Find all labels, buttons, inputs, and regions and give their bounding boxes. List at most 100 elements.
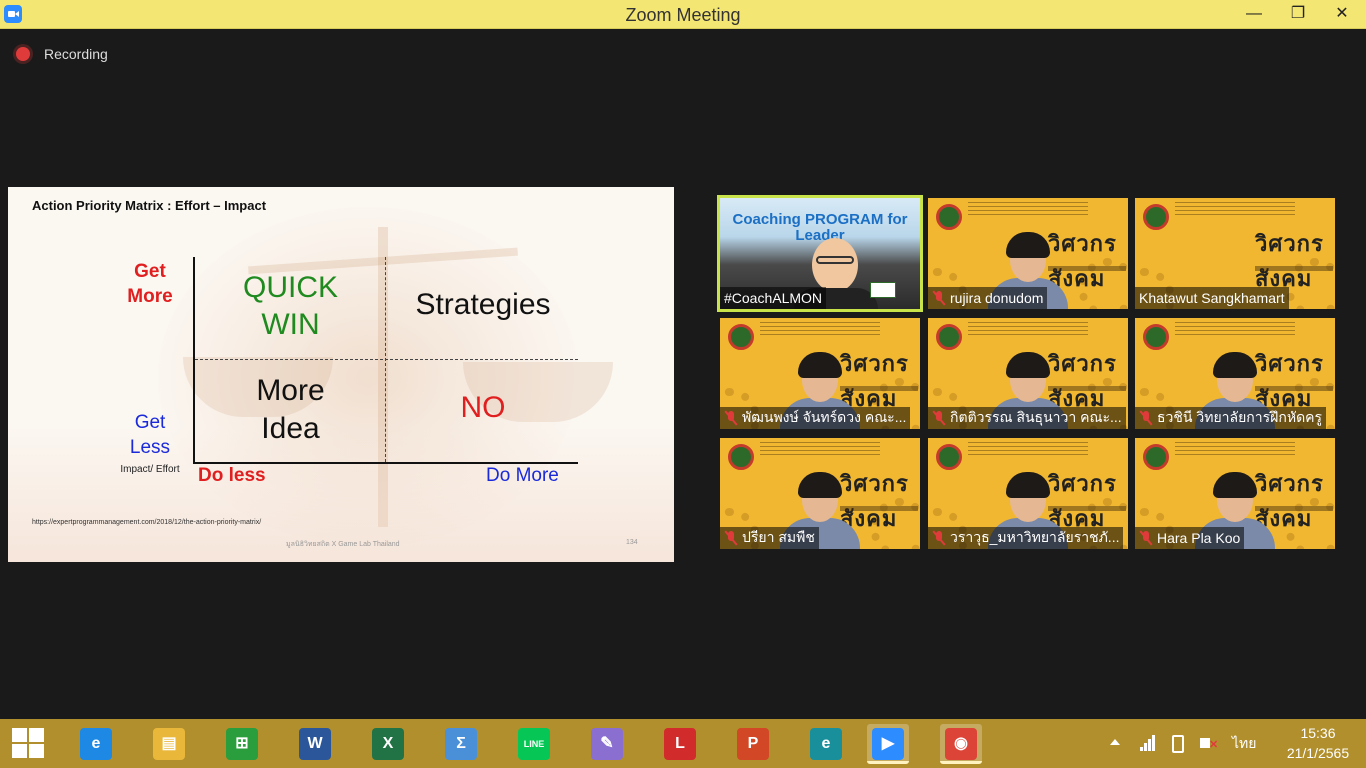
horizontal-divider [195, 359, 578, 360]
participant-name: Khatawut Sangkhamart [1139, 290, 1285, 306]
slide-footer: มูลนิธิวิทยสถิต X Game Lab Thailand [286, 541, 400, 548]
taskbar-button[interactable]: ▤ [148, 724, 190, 764]
participant-tile[interactable]: Coaching PROGRAM for Leader #CoachALMON [717, 195, 923, 312]
taskbar-button[interactable]: W [294, 724, 336, 764]
participant-tile[interactable]: วิศวกร สังคม ธวชินี วิทยาลัยการฝึกหัดครู [1135, 318, 1335, 429]
participant-name: #CoachALMON [724, 290, 823, 306]
university-seal-icon [728, 444, 754, 470]
mic-muted-icon [1139, 410, 1153, 426]
university-seal-icon [1143, 444, 1169, 470]
y-axis-high-label: Get More [127, 261, 173, 307]
battery-icon[interactable] [1172, 735, 1184, 753]
input-language[interactable]: ไทย [1232, 733, 1256, 755]
paint-icon: ✎ [591, 728, 623, 760]
math-input-icon: Σ [445, 728, 477, 760]
internet-explorer-icon: e [80, 728, 112, 760]
lab-logo [870, 282, 896, 298]
volume-muted-icon[interactable] [1200, 735, 1218, 751]
quadrant-no: NO [460, 391, 506, 424]
participant-name: Hara Pla Koo [1157, 530, 1241, 546]
powerpoint-icon: P [737, 728, 769, 760]
participant-tile[interactable]: วิศวกร สังคม Hara Pla Koo [1135, 438, 1335, 549]
participant-name: พัฒนพงษ์ จันทร์ดวง คณะ... [742, 409, 907, 425]
mic-muted-icon [932, 530, 946, 546]
university-seal-icon [1143, 204, 1169, 230]
close-button[interactable]: ✕ [1320, 0, 1364, 28]
mic-muted-icon [932, 410, 946, 426]
taskbar-button[interactable]: L [659, 724, 701, 764]
slide-page-number: 134 [626, 539, 638, 546]
participant-name-bar: ธวชินี วิทยาลัยการฝึกหัดครู [1135, 407, 1327, 429]
participant-tile[interactable]: วิศวกร สังคม พัฒนพงษ์ จันทร์ดวง คณะ... [720, 318, 920, 429]
participant-name: ปรียา สมพืช [742, 529, 815, 545]
quadrant-strategies: Strategies [415, 288, 551, 321]
clock-time[interactable]: 15:36 [1288, 725, 1348, 741]
excel-icon: X [372, 728, 404, 760]
y-axis-low-label: Get Less [129, 412, 171, 458]
video-banner-text: Coaching PROGRAM for Leader [732, 211, 908, 244]
minimize-button[interactable]: ― [1232, 0, 1276, 28]
university-seal-icon [936, 444, 962, 470]
mic-muted-icon [1139, 530, 1153, 546]
show-hidden-icons-icon[interactable] [1110, 739, 1120, 745]
university-seal-icon [936, 204, 962, 230]
network-signal-icon[interactable] [1140, 735, 1156, 751]
taskbar-button[interactable]: ⊞ [221, 724, 263, 764]
store-icon: ⊞ [226, 728, 258, 760]
x-axis-line [193, 462, 578, 464]
participant-tile[interactable]: วิศวกร สังคม Khatawut Sangkhamart [1135, 198, 1335, 309]
participant-name-bar: พัฒนพงษ์ จันทร์ดวง คณะ... [720, 407, 911, 429]
participant-name: rujira donudom [950, 290, 1044, 306]
mic-muted-icon [724, 530, 738, 546]
participant-name-bar: Khatawut Sangkhamart [1135, 287, 1289, 309]
y-axis-line [193, 257, 195, 464]
chrome-icon: ◉ [945, 728, 977, 760]
participant-name: ธวชินี วิทยาลัยการฝึกหัดครู [1157, 409, 1323, 425]
windows-start-icon[interactable] [12, 728, 46, 760]
lisrel-icon: L [664, 728, 696, 760]
participant-name-bar: ปรียา สมพืช [720, 527, 819, 549]
quadrant-more-idea: More Idea [256, 374, 325, 445]
university-seal-icon [1143, 324, 1169, 350]
line-icon: LINE [518, 728, 550, 760]
participant-tile[interactable]: วิศวกร สังคม กิตติวรรณ สินธุนาวา คณะ... [928, 318, 1128, 429]
university-seal-icon [728, 324, 754, 350]
file-explorer-icon: ▤ [153, 728, 185, 760]
quadrant-quick-win: QUICK WIN [242, 271, 338, 341]
participant-tile[interactable]: วิศวกร สังคม ปรียา สมพืช [720, 438, 920, 549]
slide-title: Action Priority Matrix : Effort – Impact [32, 198, 267, 213]
participant-name-bar: Hara Pla Koo [1135, 527, 1245, 549]
recording-icon [16, 47, 30, 61]
clock-date[interactable]: 21/1/2565 [1280, 745, 1356, 761]
taskbar-button[interactable]: P [732, 724, 774, 764]
tile-banner-text: วิศวกร สังคม [1255, 231, 1324, 292]
x-axis-low-label: Do less [198, 465, 266, 486]
participant-tile[interactable]: วิศวกร สังคม วราวุธ_มหาวิทยาลัยราชภั... [928, 438, 1128, 549]
participant-name: กิตติวรรณ สินธุนาวา คณะ... [950, 409, 1122, 425]
taskbar-button[interactable]: e [805, 724, 847, 764]
participant-name-bar: rujira donudom [928, 287, 1048, 309]
window-title: Zoom Meeting [625, 5, 741, 25]
maximize-button[interactable]: ❐ [1276, 0, 1320, 28]
participant-tile[interactable]: วิศวกร สังคม rujira donudom [928, 198, 1128, 309]
edge-icon: e [810, 728, 842, 760]
participant-name-bar: #CoachALMON [720, 287, 827, 309]
taskbar: e ▤ ⊞ W X Σ LINE ✎ L Pe ▶ ◉ ไทย 15:36 21/1/2565 [0, 719, 1366, 768]
title-bar: Zoom Meeting ― ❐ ✕ [0, 0, 1366, 29]
participant-name: วราวุธ_มหาวิทยาลัยราชภั... [950, 529, 1120, 545]
zoom-icon: ▶ [872, 728, 904, 760]
mic-muted-icon [724, 410, 738, 426]
taskbar-button[interactable]: ◉ [940, 724, 982, 764]
recording-label: Recording [44, 46, 108, 62]
participant-name-bar: วราวุธ_มหาวิทยาลัยราชภั... [928, 527, 1124, 549]
taskbar-button[interactable]: ✎ [586, 724, 628, 764]
taskbar-button[interactable]: Σ [440, 724, 482, 764]
y-axis-caption: Impact/ Effort [120, 464, 180, 475]
taskbar-button[interactable]: LINE [513, 724, 555, 764]
participant-name-bar: กิตติวรรณ สินธุนาวา คณะ... [928, 407, 1126, 429]
source-url: https://expertprogrammanagement.com/2018… [32, 519, 262, 526]
taskbar-button[interactable]: X [367, 724, 409, 764]
x-axis-high-label: Do More [486, 465, 559, 486]
taskbar-button[interactable]: e [75, 724, 117, 764]
taskbar-button[interactable]: ▶ [867, 724, 909, 764]
